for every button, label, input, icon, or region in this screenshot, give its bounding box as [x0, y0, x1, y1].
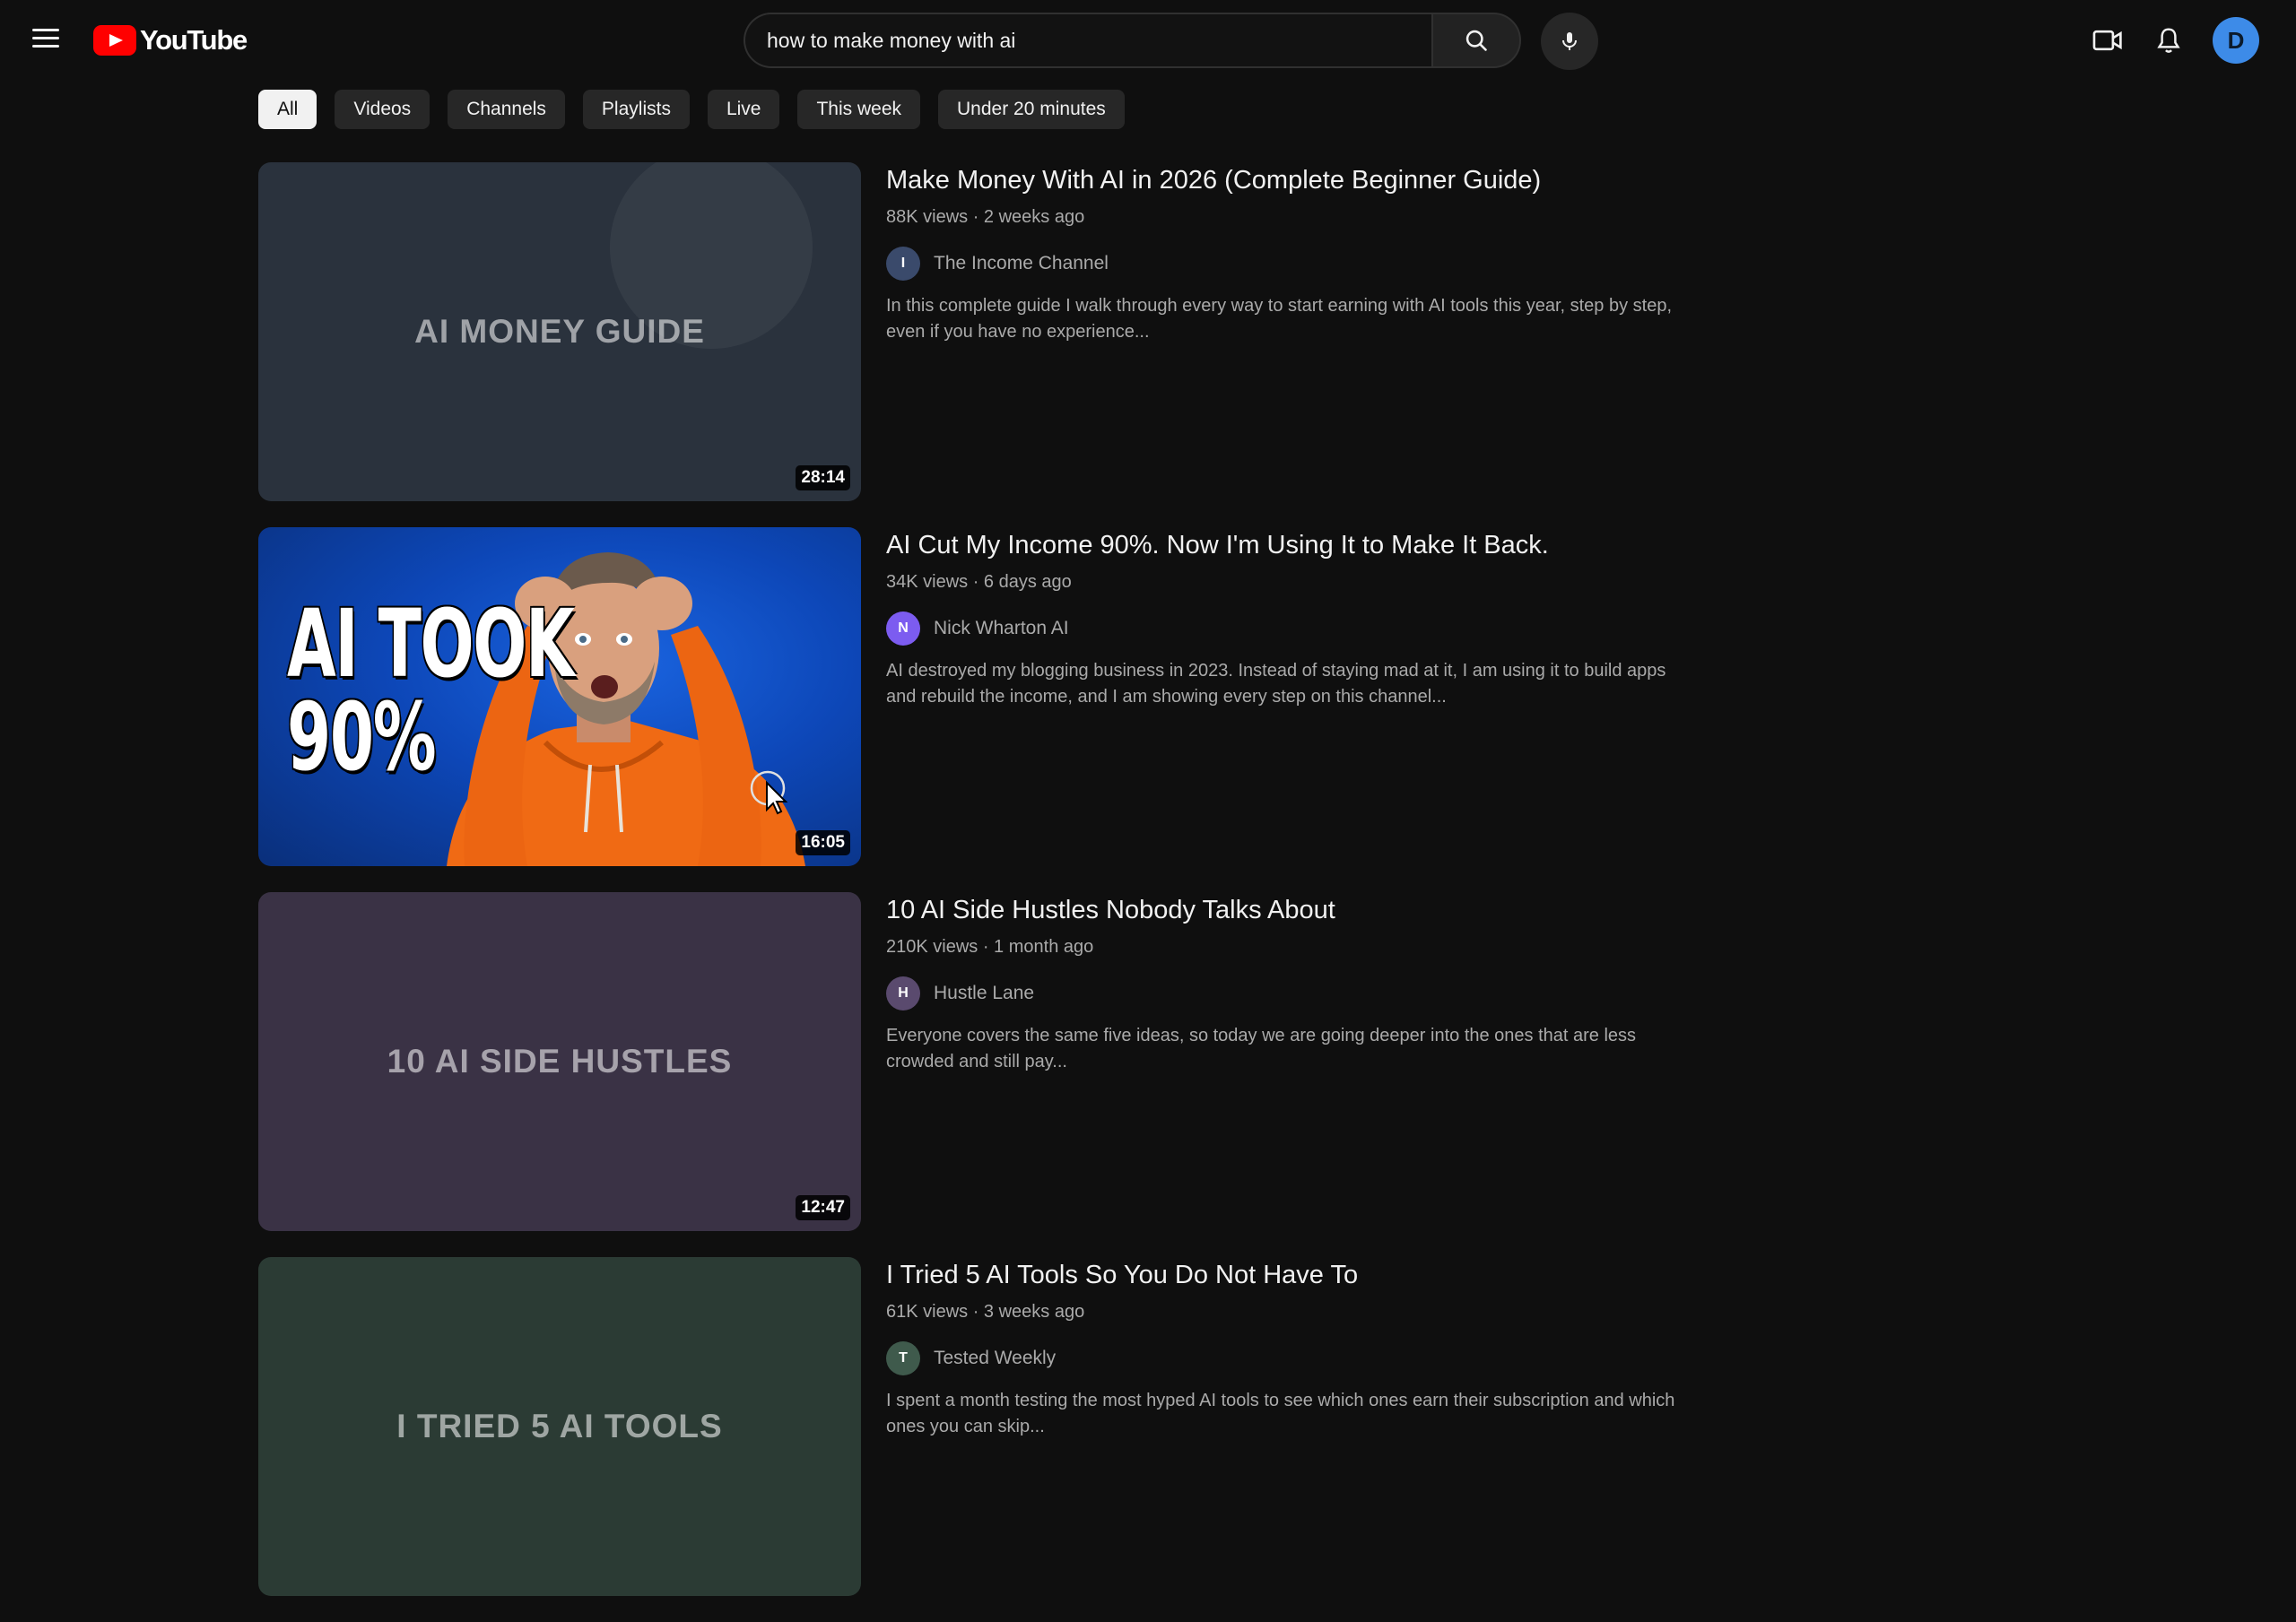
video-duration: 28:14 [796, 465, 850, 490]
video-description: In this complete guide I walk through ev… [886, 296, 1673, 342]
channel-link[interactable]: H Hustle Lane [886, 976, 1693, 1010]
video-thumbnail[interactable]: AI MONEY GUIDE 28:14 [258, 162, 861, 501]
thumbnail-headline-line1: AI TOOK [287, 589, 575, 698]
channel-avatar[interactable]: T [886, 1341, 920, 1375]
video-title[interactable]: AI Cut My Income 90%. Now I'm Using It t… [886, 527, 1693, 563]
thumbnail-text: I TRIED 5 AI TOOLS [396, 1408, 723, 1444]
hamburger-icon [32, 29, 68, 48]
video-result: AI MONEY GUIDE 28:14 Make Money With AI … [258, 162, 1711, 527]
video-meta: 61K views · 3 weeks ago [886, 1302, 1085, 1322]
chip-this-week[interactable]: This week [797, 90, 921, 129]
video-description: I spent a month testing the most hyped A… [886, 1391, 1675, 1436]
channel-avatar[interactable]: I [886, 247, 920, 281]
video-info: I Tried 5 AI Tools So You Do Not Have To… [886, 1257, 1693, 1440]
account-avatar[interactable]: D [2213, 17, 2259, 64]
channel-link[interactable]: I The Income Channel [886, 247, 1693, 281]
video-info: Make Money With AI in 2026 (Complete Beg… [886, 162, 1693, 345]
video-meta: 210K views · 1 month ago [886, 937, 1094, 957]
video-duration: 16:05 [796, 830, 850, 855]
channel-name[interactable]: Nick Wharton AI [934, 618, 1069, 639]
notifications-button[interactable] [2146, 20, 2191, 61]
video-result: AI TOOK 90% 16:05 AI Cut My Income 90%. … [258, 527, 1711, 892]
video-result: I TRIED 5 AI TOOLS I Tried 5 AI Tools So… [258, 1257, 1711, 1622]
search-results: AI MONEY GUIDE 28:14 Make Money With AI … [258, 162, 1711, 1622]
channel-name[interactable]: The Income Channel [934, 253, 1109, 274]
channel-name[interactable]: Tested Weekly [934, 1348, 1056, 1369]
channel-link[interactable]: T Tested Weekly [886, 1341, 1693, 1375]
video-info: 10 AI Side Hustles Nobody Talks About 21… [886, 892, 1693, 1075]
chip-videos[interactable]: Videos [335, 90, 430, 129]
top-bar: YouTube D [0, 0, 2296, 81]
channel-avatar[interactable]: N [886, 612, 920, 646]
search-input[interactable] [744, 13, 1431, 68]
chip-playlists[interactable]: Playlists [582, 90, 690, 129]
video-duration: 12:47 [796, 1195, 850, 1220]
thumbnail-text: 10 AI SIDE HUSTLES [387, 1043, 733, 1080]
video-thumbnail[interactable]: 10 AI SIDE HUSTLES 12:47 [258, 892, 861, 1231]
bell-icon [2157, 28, 2180, 53]
channel-name[interactable]: Hustle Lane [934, 983, 1034, 1004]
search-icon [1465, 30, 1487, 51]
video-title[interactable]: I Tried 5 AI Tools So You Do Not Have To [886, 1257, 1693, 1293]
menu-button[interactable] [32, 23, 68, 56]
logo-text: YouTube [140, 24, 248, 56]
video-meta: 34K views · 6 days ago [886, 572, 1072, 592]
thumbnail-headline-line2: 90% [287, 682, 437, 792]
video-result: 10 AI SIDE HUSTLES 12:47 10 AI Side Hust… [258, 892, 1711, 1257]
channel-avatar[interactable]: H [886, 976, 920, 1010]
video-thumbnail[interactable]: I TRIED 5 AI TOOLS [258, 1257, 861, 1596]
microphone-icon [1562, 32, 1577, 50]
chip-channels[interactable]: Channels [448, 90, 565, 129]
voice-search-button[interactable] [1541, 13, 1598, 70]
video-title[interactable]: 10 AI Side Hustles Nobody Talks About [886, 892, 1693, 928]
chip-under-20-minutes[interactable]: Under 20 minutes [938, 90, 1125, 129]
chip-all[interactable]: All [258, 90, 317, 129]
video-info: AI Cut My Income 90%. Now I'm Using It t… [886, 527, 1693, 710]
channel-link[interactable]: N Nick Wharton AI [886, 612, 1693, 646]
search-bar [744, 13, 1521, 68]
thumbnail-headline: AI TOOK 90% [287, 589, 575, 792]
video-description: AI destroyed my blogging business in 202… [886, 661, 1666, 707]
create-button[interactable] [2085, 20, 2130, 61]
youtube-logo[interactable]: YouTube [93, 23, 248, 57]
video-title[interactable]: Make Money With AI in 2026 (Complete Beg… [886, 162, 1693, 198]
thumbnail-text: AI MONEY GUIDE [414, 313, 705, 350]
video-description: Everyone covers the same five ideas, so … [886, 1026, 1637, 1071]
filter-chips: All Videos Channels Playlists Live This … [258, 90, 1125, 129]
youtube-play-icon [93, 25, 136, 56]
chip-live[interactable]: Live [707, 90, 780, 129]
video-meta: 88K views · 2 weeks ago [886, 207, 1085, 227]
mouse-cursor-icon [491, 421, 527, 464]
search-button[interactable] [1431, 13, 1521, 68]
video-camera-icon [2092, 30, 2122, 51]
mouse-cursor-icon [750, 770, 788, 815]
